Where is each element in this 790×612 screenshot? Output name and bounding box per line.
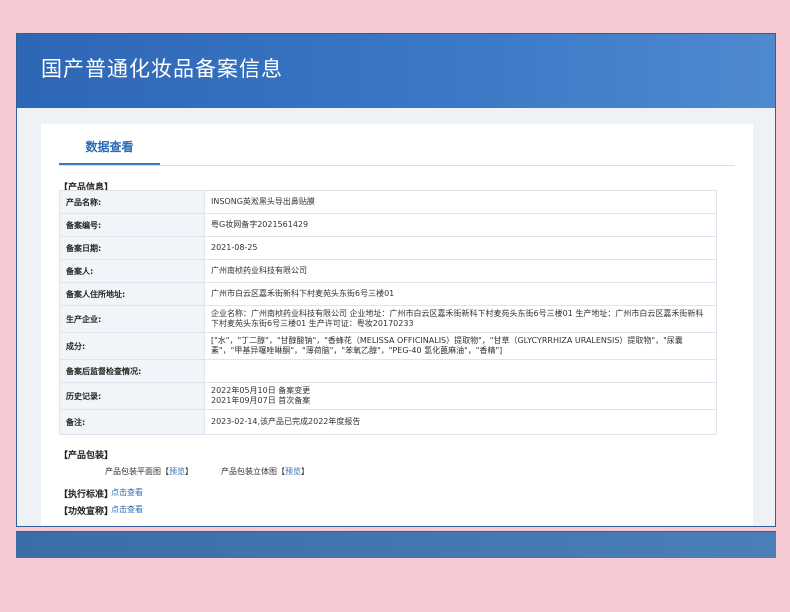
history-entry: 2022年05月10日 备案变更 (211, 386, 311, 395)
row-value: INSONG英淞黑头导出鼻贴膜 (204, 190, 717, 214)
row-label: 历史记录: (59, 382, 205, 410)
package-solid-label: 产品包装立体图【 (221, 467, 285, 476)
efficacy-view-link[interactable]: 点击查看 (111, 504, 143, 515)
history-entry: 2021年09月07日 首次备案 (211, 396, 311, 405)
table-row: 备注: 2023-02-14,该产品已完成2022年度报告 (59, 409, 717, 435)
row-value: 广州市白云区嘉禾街新科下村麦苑头东街6号三楼01 (204, 282, 717, 306)
package-solid-preview-link[interactable]: 预览 (285, 467, 301, 476)
row-value: 2021-08-25 (204, 236, 717, 260)
standard-label: 【执行标准】 (59, 490, 114, 500)
packaging-label: 【产品包装】 (59, 451, 114, 461)
table-row: 历史记录: 2022年05月10日 备案变更 2021年09月07日 首次备案 (59, 382, 717, 410)
bracket-close: 】 (301, 467, 309, 476)
row-value: 2023-02-14,该产品已完成2022年度报告 (204, 409, 717, 435)
package-flat-label: 产品包装平面图【 (105, 467, 169, 476)
product-info-table: 产品名称: INSONG英淞黑头导出鼻贴膜 备案编号: 粤G妆网备字202156… (59, 190, 717, 435)
table-row: 生产企业: 企业名称：广州南桢药业科技有限公司 企业地址：广州市白云区嘉禾街新科… (59, 305, 717, 333)
table-row: 备案人: 广州南桢药业科技有限公司 (59, 259, 717, 283)
row-label: 备案后监督检查情况: (59, 359, 205, 383)
row-value: 2022年05月10日 备案变更 2021年09月07日 首次备案 (204, 382, 717, 410)
row-value: 企业名称：广州南桢药业科技有限公司 企业地址：广州市白云区嘉禾街新科下村麦苑头东… (204, 305, 717, 333)
package-flat-preview-link[interactable]: 预览 (169, 467, 185, 476)
table-row: 备案编号: 粤G妆网备字2021561429 (59, 213, 717, 237)
standard-view-link[interactable]: 点击查看 (111, 487, 143, 498)
bottom-bar (16, 531, 776, 558)
package-flat-item: 产品包装平面图【预览】 (105, 466, 193, 477)
row-label: 成分: (59, 332, 205, 360)
row-label: 备注: (59, 409, 205, 435)
efficacy-label: 【功效宣称】 (59, 507, 114, 517)
record-window: 国产普通化妆品备案信息 数据查看 【产品信息】 产品名称: INSONG英淞黑头… (16, 33, 776, 527)
row-value: ["水"，"丁二醇"，"甘醇酸钠"，"香蜂花（MELISSA OFFICINAL… (204, 332, 717, 360)
table-row: 成分: ["水"，"丁二醇"，"甘醇酸钠"，"香蜂花（MELISSA OFFIC… (59, 332, 717, 360)
row-value (204, 359, 717, 383)
row-label: 产品名称: (59, 190, 205, 214)
tab-bar: 数据查看 (59, 136, 735, 166)
row-label: 备案编号: (59, 213, 205, 237)
row-label: 生产企业: (59, 305, 205, 333)
row-value: 粤G妆网备字2021561429 (204, 213, 717, 237)
page-title: 国产普通化妆品备案信息 (41, 57, 283, 81)
row-label: 备案人: (59, 259, 205, 283)
table-row: 备案日期: 2021-08-25 (59, 236, 717, 260)
tab-data-view[interactable]: 数据查看 (59, 136, 160, 165)
row-label: 备案日期: (59, 236, 205, 260)
table-row: 产品名称: INSONG英淞黑头导出鼻贴膜 (59, 190, 717, 214)
table-row: 备案人住所地址: 广州市白云区嘉禾街新科下村麦苑头东街6号三楼01 (59, 282, 717, 306)
content-panel: 数据查看 【产品信息】 产品名称: INSONG英淞黑头导出鼻贴膜 备案编号: … (41, 124, 753, 526)
table-row: 备案后监督检查情况: (59, 359, 717, 383)
page-header: 国产普通化妆品备案信息 (17, 34, 775, 108)
package-solid-item: 产品包装立体图【预览】 (221, 466, 309, 477)
row-value: 广州南桢药业科技有限公司 (204, 259, 717, 283)
bracket-close: 】 (185, 467, 193, 476)
row-label: 备案人住所地址: (59, 282, 205, 306)
